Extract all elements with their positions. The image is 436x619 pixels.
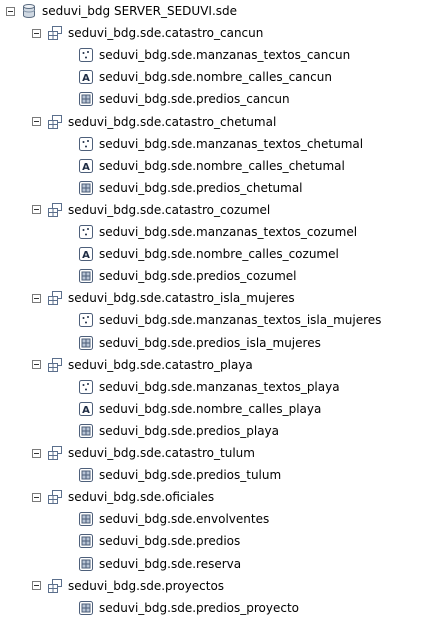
tree-item-nombre-calles-chetumal[interactable]: Aseduvi_bdg.sde.nombre_calles_chetumal [78, 155, 345, 177]
tree-item-predios-chetumal[interactable]: seduvi_bdg.sde.predios_chetumal [78, 177, 303, 199]
point-feature-class-icon [78, 312, 94, 328]
tree-dataset-label: seduvi_bdg.sde.catastro_isla_mujeres [68, 291, 295, 306]
tree-item-label: seduvi_bdg.sde.predios_cozumel [99, 269, 297, 284]
tree-item-label: seduvi_bdg.sde.predios [99, 534, 241, 549]
tree-dataset-catastro-chetumal[interactable]: seduvi_bdg.sde.catastro_chetumal [32, 111, 276, 133]
tree-root-seduvi-bdg-server-seduvi-sde[interactable]: seduvi_bdg SERVER_SEDUVI.sde [6, 0, 237, 22]
collapse-toggle[interactable] [32, 205, 41, 215]
polygon-feature-class-icon [78, 91, 94, 107]
tree-dataset-label: seduvi_bdg.sde.catastro_cancun [68, 26, 264, 41]
tree-item-manzanas-textos-cozumel[interactable]: seduvi_bdg.sde.manzanas_textos_cozumel [78, 221, 357, 243]
tree-item-predios[interactable]: seduvi_bdg.sde.predios [78, 530, 240, 552]
tree-dataset-proyectos[interactable]: seduvi_bdg.sde.proyectos [32, 575, 224, 597]
collapse-toggle[interactable] [6, 6, 15, 16]
svg-text:A: A [82, 405, 90, 416]
feature-dataset-icon [47, 290, 63, 306]
tree-item-label: seduvi_bdg.sde.predios_tulum [99, 468, 282, 483]
tree-dataset-catastro-cancun[interactable]: seduvi_bdg.sde.catastro_cancun [32, 22, 263, 44]
feature-dataset-icon [47, 114, 63, 130]
tree-dataset-label: seduvi_bdg.sde.catastro_playa [68, 357, 253, 372]
collapse-toggle[interactable] [32, 117, 41, 126]
tree-item-manzanas-textos-chetumal[interactable]: seduvi_bdg.sde.manzanas_textos_chetumal [78, 133, 363, 155]
feature-dataset-icon [47, 445, 63, 461]
tree-item-label: seduvi_bdg.sde.predios_proyecto [99, 600, 299, 615]
svg-text:A: A [82, 73, 90, 84]
tree-item-label: seduvi_bdg.sde.nombre_calles_cancun [99, 70, 332, 85]
tree-item-nombre-calles-cozumel[interactable]: Aseduvi_bdg.sde.nombre_calles_cozumel [78, 243, 339, 265]
tree-item-label: seduvi_bdg.sde.nombre_calles_playa [99, 401, 322, 416]
point-feature-class-icon [78, 224, 94, 240]
tree-item-label: seduvi_bdg.sde.predios_chetumal [99, 180, 303, 195]
feature-dataset-icon [47, 25, 63, 41]
polygon-feature-class-icon [78, 467, 94, 483]
feature-dataset-icon [47, 489, 63, 505]
tree-dataset-catastro-tulum[interactable]: seduvi_bdg.sde.catastro_tulum [32, 442, 255, 464]
tree-item-label: seduvi_bdg.sde.predios_isla_mujeres [99, 335, 321, 350]
tree-item-label: seduvi_bdg.sde.manzanas_textos_cozumel [99, 225, 358, 239]
tree-item-label: seduvi_bdg.sde.nombre_calles_cozumel [99, 247, 339, 262]
tree-item-reserva[interactable]: seduvi_bdg.sde.reserva [78, 553, 241, 575]
annotation-class-icon: A [78, 69, 94, 85]
feature-dataset-icon [47, 202, 63, 218]
tree-item-label: seduvi_bdg.sde.nombre_calles_chetumal [99, 158, 345, 173]
tree-item-manzanas-textos-playa[interactable]: seduvi_bdg.sde.manzanas_textos_playa [78, 376, 340, 398]
collapse-toggle[interactable] [32, 492, 41, 502]
polygon-feature-class-icon [78, 511, 94, 527]
database-icon [21, 3, 37, 19]
tree-dataset-label: seduvi_bdg.sde.oficiales [68, 490, 215, 505]
tree-item-predios-cozumel[interactable]: seduvi_bdg.sde.predios_cozumel [78, 265, 297, 287]
polygon-feature-class-icon [78, 600, 94, 616]
tree-item-predios-playa[interactable]: seduvi_bdg.sde.predios_playa [78, 420, 279, 442]
tree-item-manzanas-textos-cancun[interactable]: seduvi_bdg.sde.manzanas_textos_cancun [78, 44, 350, 66]
tree-item-predios-cancun[interactable]: seduvi_bdg.sde.predios_cancun [78, 88, 290, 110]
tree-dataset-label: seduvi_bdg.sde.catastro_cozumel [68, 202, 271, 217]
polygon-feature-class-icon [78, 423, 94, 439]
tree-dataset-catastro-cozumel[interactable]: seduvi_bdg.sde.catastro_cozumel [32, 199, 270, 221]
point-feature-class-icon [78, 379, 94, 395]
tree-item-label: seduvi_bdg.sde.predios_playa [99, 423, 279, 438]
tree-dataset-catastro-playa[interactable]: seduvi_bdg.sde.catastro_playa [32, 354, 253, 376]
collapse-toggle[interactable] [32, 448, 41, 458]
feature-dataset-icon [47, 578, 63, 594]
tree-item-label: seduvi_bdg.sde.predios_cancun [99, 92, 290, 107]
tree-dataset-oficiales[interactable]: seduvi_bdg.sde.oficiales [32, 486, 214, 508]
catalog-tree: seduvi_bdg SERVER_SEDUVI.sde seduvi_bdg.s… [0, 0, 436, 615]
tree-item-predios-tulum[interactable]: seduvi_bdg.sde.predios_tulum [78, 464, 281, 486]
tree-item-predios-isla-mujeres[interactable]: seduvi_bdg.sde.predios_isla_mujeres [78, 332, 321, 354]
feature-dataset-icon [47, 357, 63, 373]
polygon-feature-class-icon [78, 556, 94, 572]
annotation-class-icon: A [78, 246, 94, 262]
svg-text:A: A [82, 250, 90, 261]
tree-item-label: seduvi_bdg.sde.manzanas_textos_chetumal [99, 136, 364, 151]
tree-dataset-catastro-isla-mujeres[interactable]: seduvi_bdg.sde.catastro_isla_mujeres [32, 287, 295, 309]
tree-dataset-label: seduvi_bdg.sde.catastro_tulum [68, 446, 255, 460]
polygon-feature-class-icon [78, 335, 94, 351]
tree-item-manzanas-textos-isla-mujeres[interactable]: seduvi_bdg.sde.manzanas_textos_isla_muje… [78, 309, 381, 331]
tree-item-envolventes[interactable]: seduvi_bdg.sde.envolventes [78, 508, 269, 530]
point-feature-class-icon [78, 136, 94, 152]
annotation-class-icon: A [78, 158, 94, 174]
tree-item-label: seduvi_bdg.sde.envolventes [99, 512, 270, 527]
tree-item-nombre-calles-cancun[interactable]: Aseduvi_bdg.sde.nombre_calles_cancun [78, 66, 332, 88]
collapse-toggle[interactable] [32, 360, 41, 370]
collapse-toggle[interactable] [32, 28, 41, 38]
tree-item-label: seduvi_bdg.sde.manzanas_textos_isla_muje… [99, 313, 382, 328]
tree-item-label: seduvi_bdg.sde.reserva [99, 556, 242, 571]
tree-item-predios-proyecto[interactable]: seduvi_bdg.sde.predios_proyecto [78, 597, 299, 619]
tree-item-label: seduvi_bdg.sde.manzanas_textos_cancun [99, 48, 351, 63]
svg-text:A: A [82, 162, 90, 173]
tree-root-label: seduvi_bdg SERVER_SEDUVI.sde [42, 4, 238, 18]
collapse-toggle[interactable] [32, 293, 41, 303]
polygon-feature-class-icon [78, 268, 94, 284]
collapse-toggle[interactable] [32, 581, 41, 591]
tree-dataset-label: seduvi_bdg.sde.proyectos [68, 578, 225, 593]
tree-item-label: seduvi_bdg.sde.manzanas_textos_playa [99, 379, 340, 394]
annotation-class-icon: A [78, 401, 94, 417]
point-feature-class-icon [78, 47, 94, 63]
polygon-feature-class-icon [78, 180, 94, 196]
tree-item-nombre-calles-playa[interactable]: Aseduvi_bdg.sde.nombre_calles_playa [78, 398, 321, 420]
tree-dataset-label: seduvi_bdg.sde.catastro_chetumal [68, 114, 277, 129]
polygon-feature-class-icon [78, 533, 94, 549]
